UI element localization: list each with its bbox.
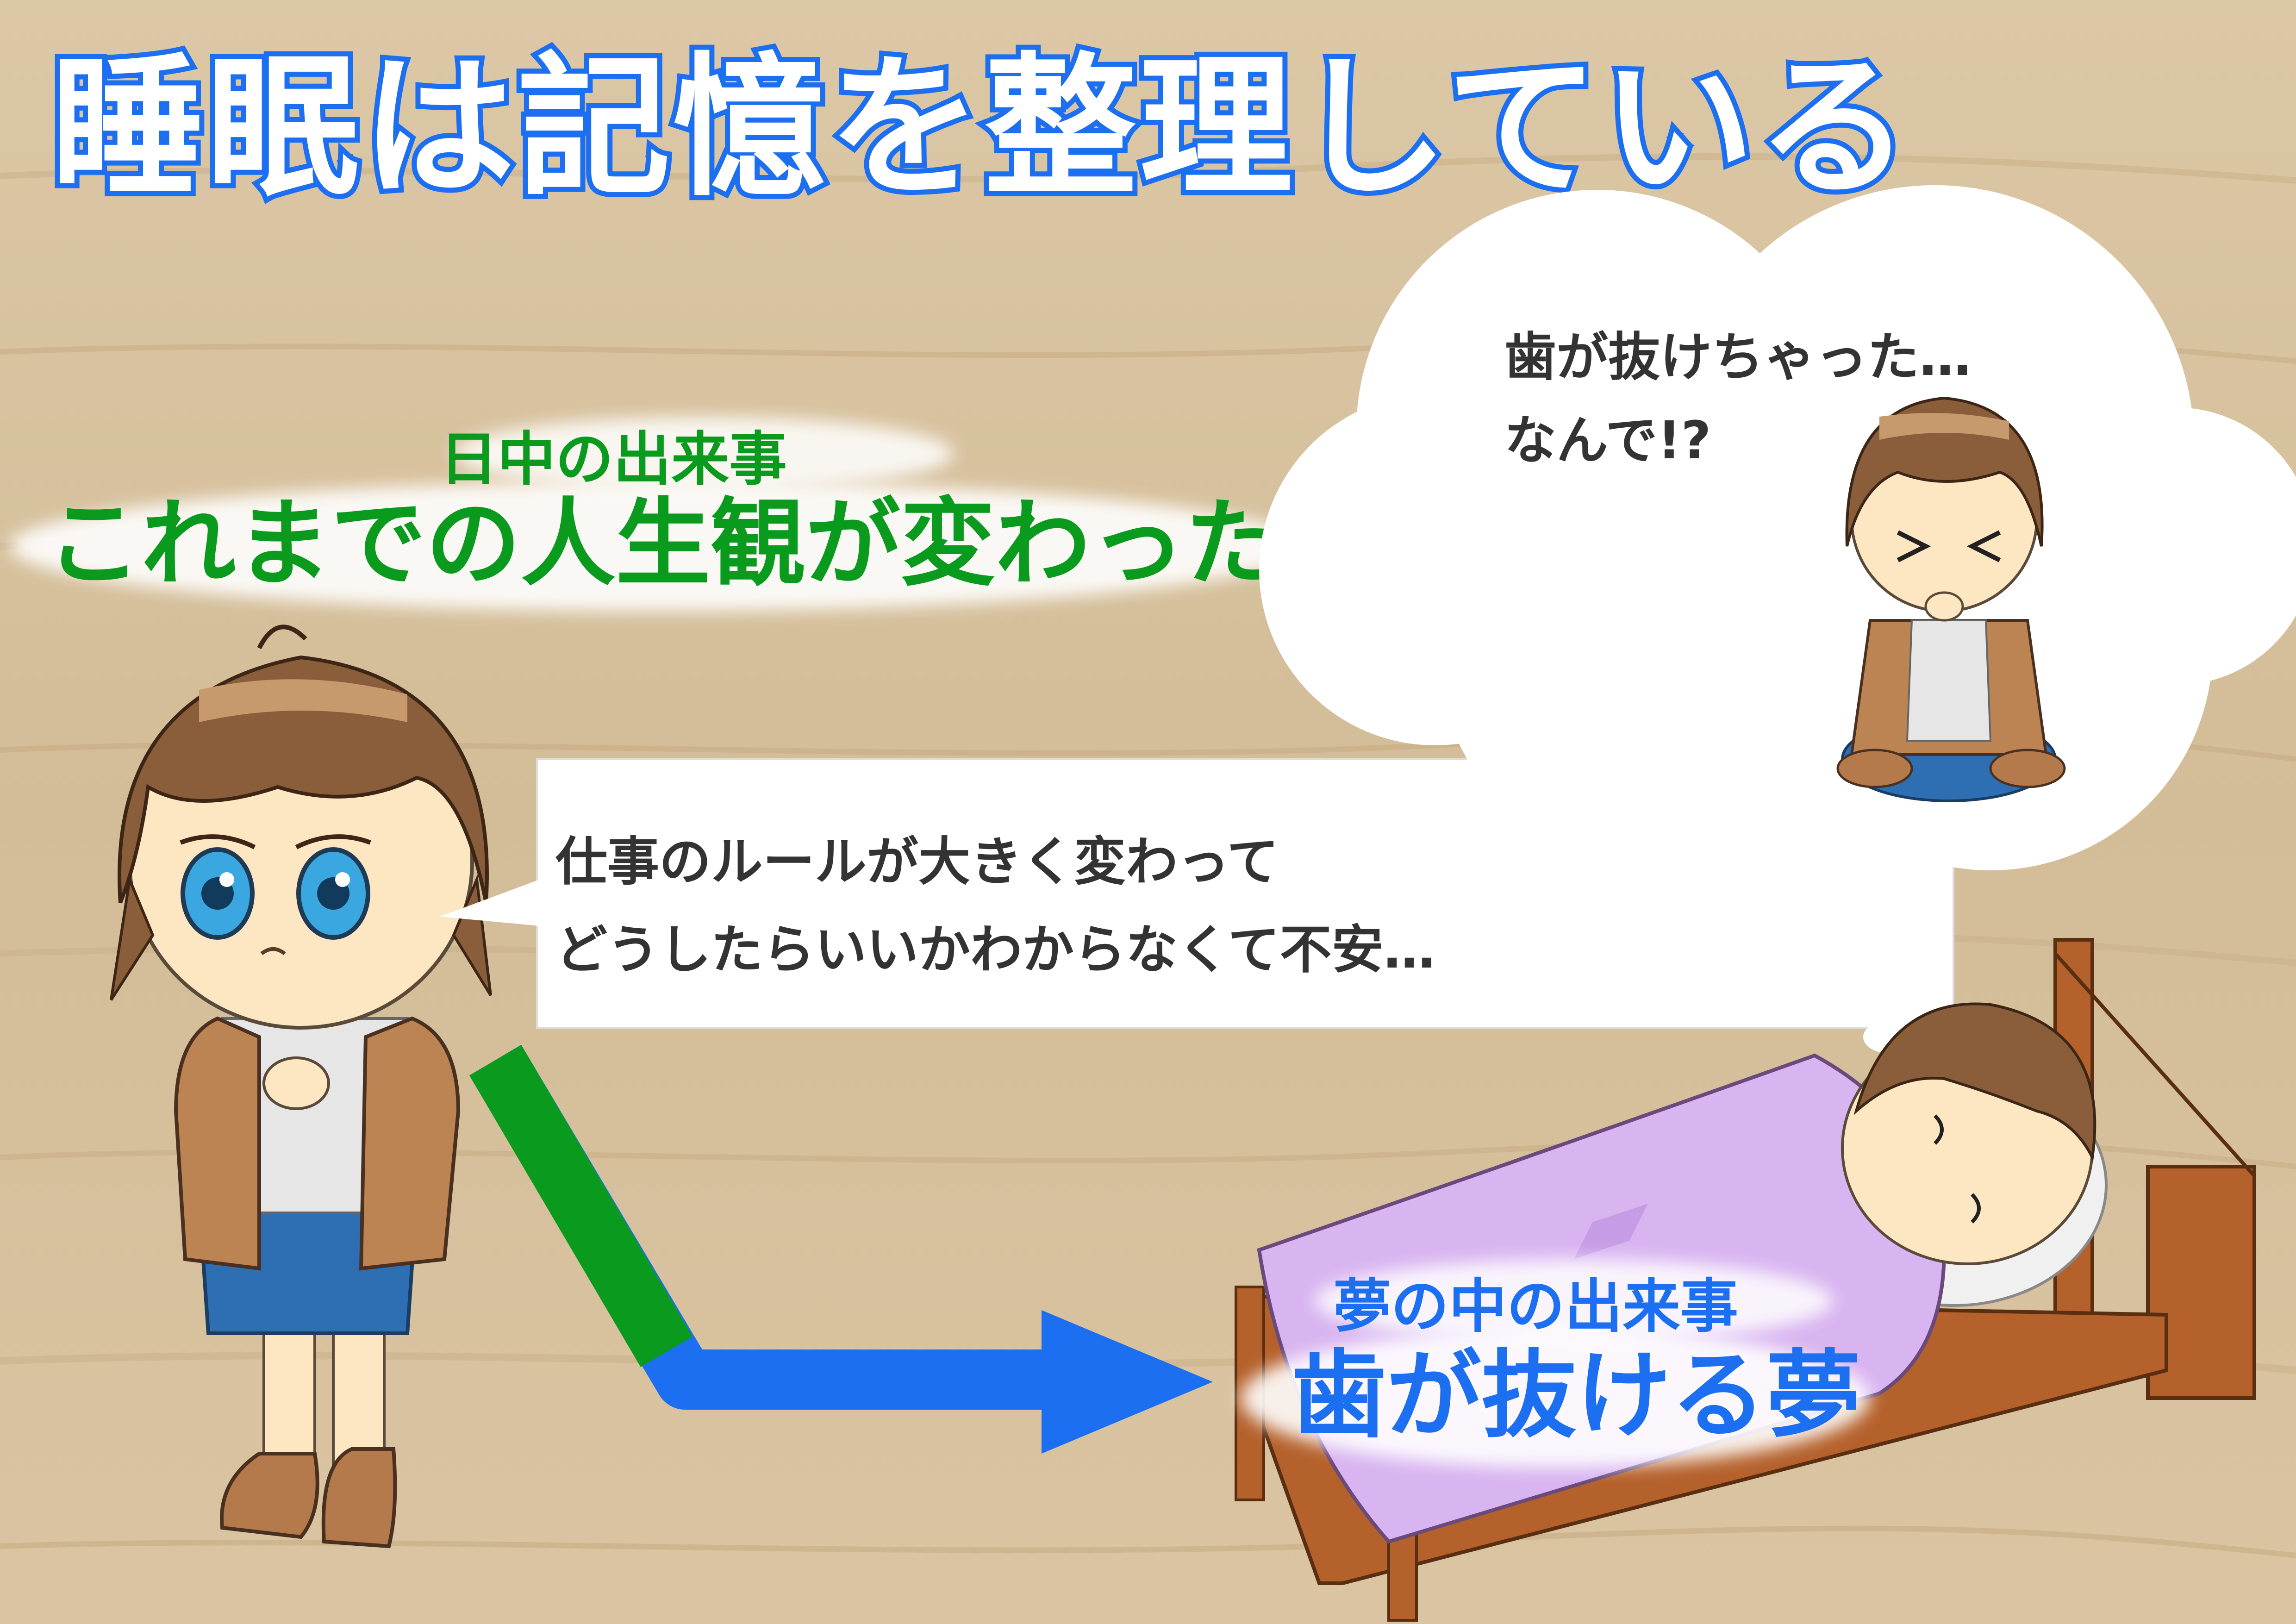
daytime-event: これまでの人生観が変わった [46,489,1280,599]
speech-line-1: 仕事のルールが大きく変わって [555,832,1279,892]
thought-line-2: なんで!? [1504,411,1711,471]
dream-event: 歯が抜ける夢 [1292,1341,1861,1451]
page-title: 睡眠は記憶を整理している [51,39,1913,217]
dream-label: 夢の中の出来事 [1333,1273,1738,1340]
daytime-label: 日中の出来事 [440,426,787,493]
dream-label-group: 夢の中の出来事 歯が抜ける夢 [1241,1259,1870,1468]
infographic-canvas: 睡眠は記憶を整理している 日中の出来事 これまでの人生観が変わった 仕事のルール… [0,0,2296,1624]
thought-line-1: 歯が抜けちゃった… [1504,327,1971,387]
speech-line-2: どうしたらいいかわからなくて不安… [555,920,1435,980]
